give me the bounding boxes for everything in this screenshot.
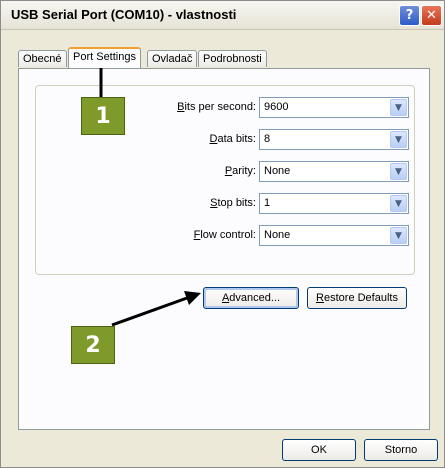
callout-1: 1 xyxy=(81,97,125,135)
callout-2-arrowhead xyxy=(184,291,201,305)
callout-2: 2 xyxy=(71,326,115,364)
callout-2-arrow xyxy=(111,296,188,327)
properties-window: USB Serial Port (COM10) - vlastnosti ? ✕… xyxy=(0,0,445,468)
tab-port-settings[interactable]: Port Settings xyxy=(68,47,141,68)
annotation-overlay xyxy=(93,49,201,327)
